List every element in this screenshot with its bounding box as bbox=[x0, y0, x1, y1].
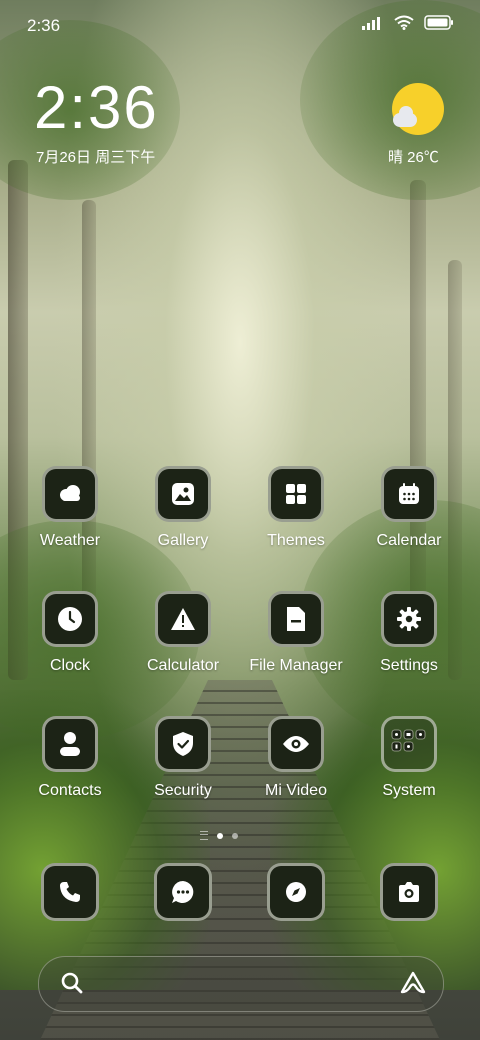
clock-icon bbox=[42, 591, 98, 647]
app-themes[interactable]: Themes bbox=[241, 466, 351, 550]
status-icons bbox=[362, 15, 454, 35]
wifi-icon bbox=[394, 15, 414, 35]
clock-widget-time[interactable]: 2:36 bbox=[34, 78, 159, 138]
weather-text: 晴 26℃ bbox=[388, 149, 439, 166]
app-label: Gallery bbox=[157, 532, 209, 549]
themes-icon bbox=[268, 466, 324, 522]
app-contacts[interactable]: Contacts bbox=[15, 716, 125, 800]
camera-icon bbox=[380, 863, 438, 921]
search-bar[interactable] bbox=[38, 956, 444, 1012]
app-label: Calculator bbox=[146, 657, 220, 674]
app-label: Calendar bbox=[376, 532, 442, 549]
file-manager-icon bbox=[268, 591, 324, 647]
app-label: File Manager bbox=[249, 657, 343, 674]
dock-phone[interactable] bbox=[15, 863, 125, 921]
app-label: Weather bbox=[39, 532, 101, 549]
app-label: Contacts bbox=[38, 782, 102, 799]
cloud-shape bbox=[393, 106, 417, 127]
video-icon bbox=[268, 716, 324, 772]
app-gallery[interactable]: Gallery bbox=[128, 466, 238, 550]
dock-camera[interactable] bbox=[354, 863, 464, 921]
app-file-manager[interactable]: File Manager bbox=[241, 591, 351, 675]
calendar-icon bbox=[381, 466, 437, 522]
contacts-icon bbox=[42, 716, 98, 772]
assistant-icon[interactable] bbox=[399, 970, 427, 1001]
app-security[interactable]: Security bbox=[128, 716, 238, 800]
app-label: Clock bbox=[49, 657, 90, 674]
minus-one-screen-indicator bbox=[200, 831, 208, 840]
browser-icon bbox=[267, 863, 325, 921]
app-mi-video[interactable]: Mi Video bbox=[241, 716, 351, 800]
dock-browser[interactable] bbox=[241, 863, 351, 921]
security-icon bbox=[155, 716, 211, 772]
settings-icon bbox=[381, 591, 437, 647]
status-bar: 2:36 bbox=[0, 0, 480, 48]
clock-widget-date[interactable]: 7月26日 周三下午 bbox=[36, 146, 155, 167]
app-weather[interactable]: Weather bbox=[15, 466, 125, 550]
calculator-icon bbox=[155, 591, 211, 647]
messages-icon bbox=[154, 863, 212, 921]
signal-icon bbox=[362, 16, 384, 35]
gallery-icon bbox=[155, 466, 211, 522]
battery-icon bbox=[424, 15, 454, 35]
search-icon[interactable] bbox=[60, 971, 84, 1000]
app-label: Themes bbox=[267, 532, 325, 549]
app-calendar[interactable]: Calendar bbox=[354, 466, 464, 550]
home-screen: 2:36 2:36 7月26日 周三下午 晴 26℃ Weather Galle… bbox=[0, 0, 480, 1040]
page-dot-active bbox=[217, 832, 223, 839]
folder-icon bbox=[381, 716, 437, 772]
page-dot bbox=[232, 832, 238, 839]
dock-messages[interactable] bbox=[128, 863, 238, 921]
app-label: Settings bbox=[380, 657, 438, 674]
page-indicator[interactable] bbox=[200, 831, 238, 840]
app-label: System bbox=[382, 782, 436, 799]
status-time: 2:36 bbox=[27, 16, 61, 35]
phone-icon bbox=[41, 863, 99, 921]
app-label: Security bbox=[154, 782, 212, 799]
app-folder-system[interactable]: System bbox=[354, 716, 464, 800]
app-calculator[interactable]: Calculator bbox=[128, 591, 238, 675]
app-settings[interactable]: Settings bbox=[354, 591, 464, 675]
app-clock[interactable]: Clock bbox=[15, 591, 125, 675]
app-label: Mi Video bbox=[265, 782, 327, 799]
weather-icon bbox=[42, 466, 98, 522]
